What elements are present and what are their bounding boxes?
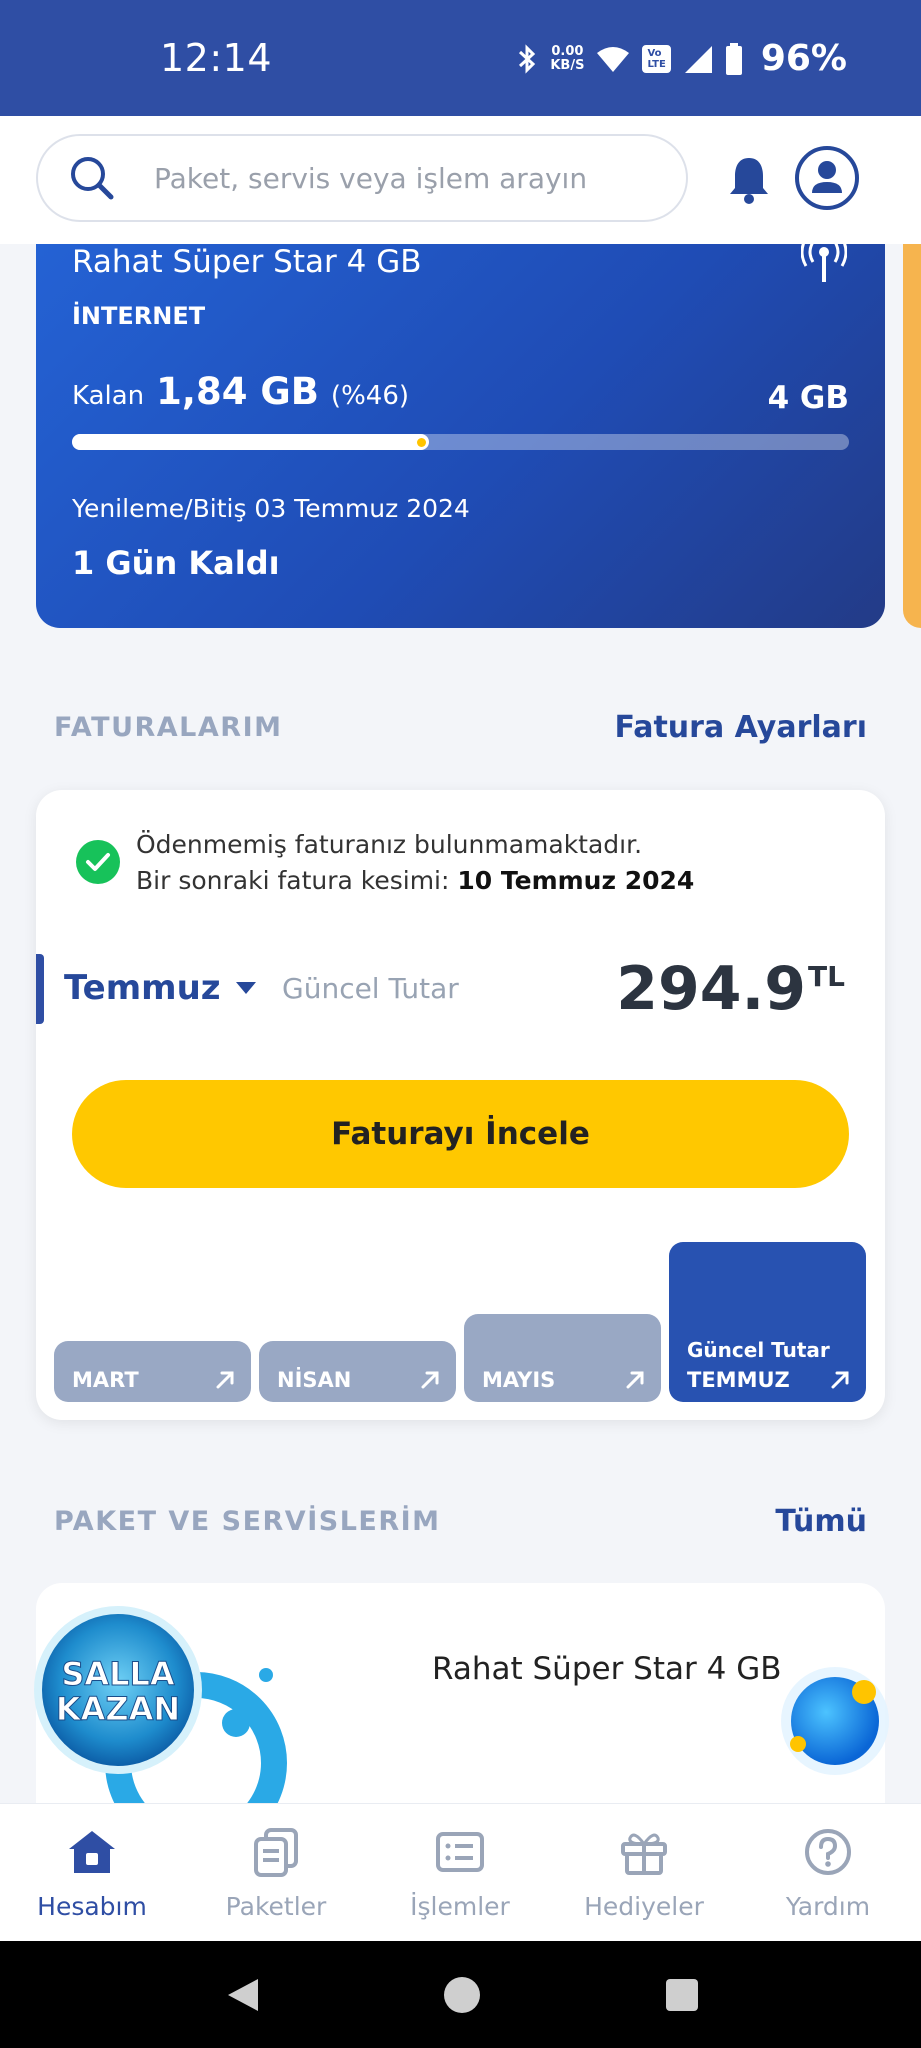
nav-tab-hediyeler[interactable]: Hediyeler	[552, 1824, 736, 1921]
invoice-bar-sublabel: Güncel Tutar	[687, 1338, 830, 1362]
renewal-date: Yenileme/Bitiş 03 Temmuz 2024	[72, 494, 470, 523]
usage-progress-bar	[72, 434, 849, 450]
svg-text:SALLA: SALLA	[61, 1655, 175, 1693]
network-speed: 0.00 KB/S	[550, 43, 585, 73]
invoice-bar-label: TEMMUZ	[687, 1368, 790, 1392]
invoice-amount: 294.9TL	[616, 954, 845, 1024]
check-icon	[76, 840, 120, 884]
invoice-settings-link[interactable]: Fatura Ayarları	[614, 710, 867, 745]
total-data: 4 GB	[767, 380, 849, 416]
user-avatar-icon[interactable]	[794, 145, 860, 211]
clock: 12:14	[160, 36, 273, 80]
search-placeholder: Paket, servis veya işlem arayın	[154, 161, 588, 195]
back-icon[interactable]	[226, 1977, 260, 2013]
invoice-card: Ödenmemiş faturanız bulunmamaktadır. Bir…	[36, 790, 885, 1420]
invoice-bar-label: NİSAN	[277, 1368, 352, 1392]
gift-icon	[621, 1833, 667, 1875]
wifi-icon	[597, 46, 630, 72]
status-icons: 0.00 KB/S Vo LTE 96%	[516, 38, 847, 79]
next-invoice-date: Bir sonraki fatura kesimi: 10 Temmuz 202…	[136, 866, 695, 895]
current-amount-label: Güncel Tutar	[282, 972, 459, 1005]
invoice-month-bar[interactable]: Güncel Tutar TEMMUZ	[669, 1242, 866, 1402]
home-circle-icon[interactable]	[443, 1976, 481, 2014]
antenna-icon	[801, 244, 847, 282]
review-invoice-button[interactable]: Faturayı İncele	[72, 1080, 849, 1188]
status-bar: 12:14 0.00 KB/S Vo LTE 96%	[0, 0, 921, 116]
all-packages-link[interactable]: Tümü	[775, 1504, 867, 1539]
month-dropdown[interactable]: Temmuz	[64, 968, 257, 1008]
chevron-down-icon	[235, 982, 256, 994]
volte-icon: Vo LTE	[642, 44, 671, 73]
nav-tab-yardim[interactable]: Yardım	[736, 1824, 920, 1921]
home-icon	[69, 1831, 115, 1873]
svg-text:KAZAN: KAZAN	[56, 1690, 180, 1728]
invoice-bar-label: MART	[72, 1368, 139, 1392]
bottom-navigation: Hesabım Paketler İşlemler Hediyeler Yard…	[0, 1803, 921, 1941]
search-icon	[71, 157, 114, 200]
top-header: Paket, servis veya işlem arayın	[0, 116, 921, 244]
packages-icon	[254, 1828, 298, 1877]
package-item-name: Rahat Süper Star 4 GB	[432, 1651, 782, 1687]
arrow-up-right-icon	[421, 1371, 439, 1389]
internet-usage-card[interactable]: Rahat Süper Star 4 GB İNTERNET Kalan 1,8…	[36, 244, 885, 628]
list-icon	[436, 1832, 484, 1872]
signal-icon	[684, 45, 712, 73]
battery-icon	[725, 42, 742, 75]
recents-icon[interactable]	[665, 1978, 699, 2012]
battery-percent: 96%	[760, 38, 847, 79]
selected-month-indicator	[36, 954, 44, 1024]
search-input[interactable]: Paket, servis veya işlem arayın	[36, 134, 688, 222]
usage-progress-marker	[417, 438, 426, 447]
days-left: 1 Gün Kaldı	[72, 544, 280, 582]
nav-tab-paketler[interactable]: Paketler	[184, 1824, 368, 1921]
system-navigation-bar	[0, 1941, 921, 2048]
invoice-month-bar[interactable]: NİSAN	[259, 1341, 456, 1402]
package-name: Rahat Süper Star 4 GB	[72, 244, 422, 280]
no-unpaid-message: Ödenmemiş faturanız bulunmamaktadır.	[136, 830, 643, 859]
salla-kazan-promo-icon[interactable]: SALLA KAZAN	[30, 1602, 206, 1778]
nav-tab-islemler[interactable]: İşlemler	[368, 1824, 552, 1921]
usage-type: İNTERNET	[72, 302, 206, 330]
nav-tab-hesabim[interactable]: Hesabım	[0, 1824, 184, 1921]
bell-icon[interactable]	[726, 154, 772, 206]
arrow-up-right-icon	[626, 1371, 644, 1389]
bluetooth-icon	[519, 43, 536, 74]
usage-progress-fill	[72, 434, 429, 450]
arrow-up-right-icon	[831, 1371, 849, 1389]
invoices-section-title: FATURALARIM	[54, 712, 283, 743]
invoice-month-bar[interactable]: MAYIS	[464, 1314, 661, 1402]
invoice-bar-label: MAYIS	[482, 1368, 556, 1392]
remaining-data: Kalan 1,84 GB (%46)	[72, 370, 409, 413]
packages-section-title: PAKET VE SERVİSLERİM	[54, 1506, 441, 1537]
next-card-peek[interactable]	[903, 244, 921, 628]
arrow-up-right-icon	[216, 1371, 234, 1389]
invoice-month-bar[interactable]: MART	[54, 1341, 251, 1402]
assistant-fab-icon[interactable]	[778, 1664, 892, 1778]
help-icon	[805, 1829, 851, 1875]
